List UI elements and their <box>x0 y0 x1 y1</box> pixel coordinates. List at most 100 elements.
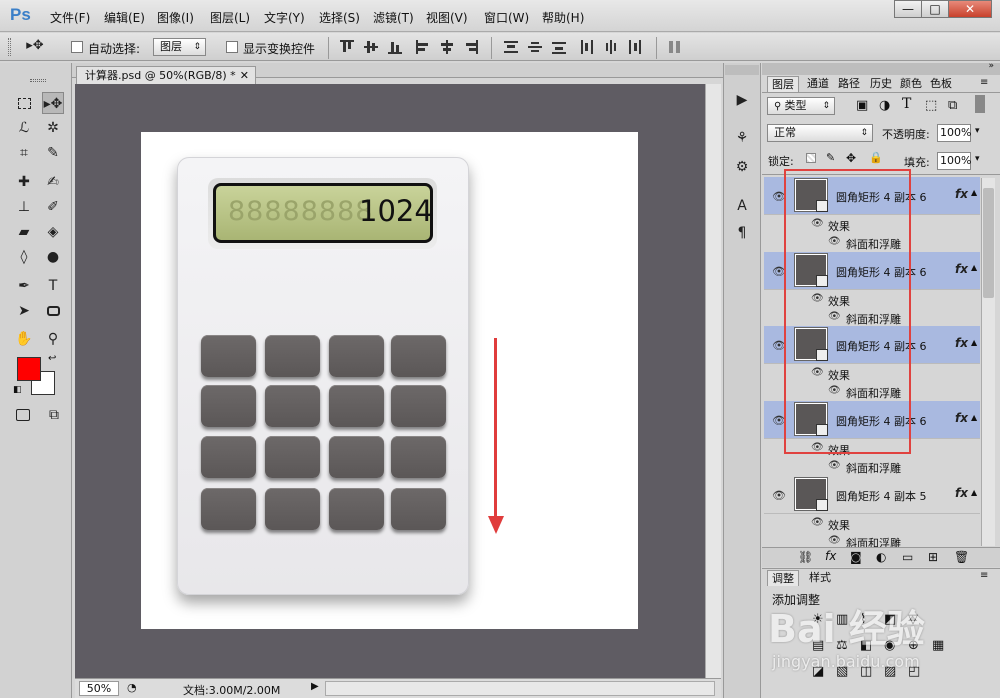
crop-tool-icon[interactable]: ⌗ <box>13 142 35 164</box>
expand-effects-icon[interactable]: ▲ <box>971 413 977 422</box>
menu-window[interactable]: 窗口(W) <box>484 9 529 26</box>
tab-history[interactable]: 历史 <box>866 76 896 92</box>
layer-fx-icon[interactable]: fx <box>955 187 968 201</box>
close-button[interactable]: ✕ <box>948 0 992 18</box>
new-group-icon[interactable]: ▭ <box>902 550 913 564</box>
lock-all-icon[interactable]: 🔒 <box>869 151 883 164</box>
filter-smart-object-icon[interactable]: ⧉ <box>948 98 957 113</box>
marquee-tool-icon[interactable] <box>13 92 35 114</box>
distribute-right-icon[interactable] <box>628 40 642 54</box>
menu-layer[interactable]: 图层(L) <box>210 9 250 26</box>
auto-align-icon[interactable] <box>668 40 682 54</box>
distribute-top-icon[interactable] <box>504 40 518 54</box>
align-hcenter-icon[interactable] <box>440 40 454 54</box>
align-left-icon[interactable] <box>416 40 430 54</box>
delete-layer-icon[interactable]: 🗑 <box>954 550 969 564</box>
visibility-eye-icon[interactable]: 👁 <box>828 535 841 546</box>
menu-help[interactable]: 帮助(H) <box>542 9 584 26</box>
new-adjustment-icon[interactable]: ◐ <box>876 550 886 564</box>
move-tool-icon[interactable]: ▸✥ <box>42 92 64 114</box>
tool-presets-icon[interactable]: ⚙ <box>732 157 752 177</box>
tab-paths[interactable]: 路径 <box>834 76 864 92</box>
tab-swatches[interactable]: 色板 <box>926 76 956 92</box>
screen-mode-icon[interactable]: ⧉ <box>43 404 65 426</box>
distribute-hcenter-icon[interactable] <box>604 40 618 54</box>
visibility-eye-icon[interactable]: 👁 <box>772 489 786 502</box>
hand-tool-icon[interactable]: ✋ <box>13 328 35 350</box>
link-layers-icon[interactable]: ⛓ <box>798 550 813 564</box>
character-panel-icon[interactable]: A <box>732 196 752 216</box>
layer-fx-icon[interactable]: fx <box>955 486 968 500</box>
expand-effects-icon[interactable]: ▲ <box>971 488 977 497</box>
brush-presets-icon[interactable]: ⚘ <box>732 128 752 148</box>
zoom-tool-icon[interactable]: ⚲ <box>42 328 64 350</box>
layer-fx-icon[interactable]: fx <box>955 336 968 350</box>
menu-file[interactable]: 文件(F) <box>50 9 90 26</box>
visibility-eye-icon[interactable]: 👁 <box>828 460 841 471</box>
menu-edit[interactable]: 编辑(E) <box>104 9 145 26</box>
tab-adjustments[interactable]: 调整 <box>767 570 799 586</box>
layer-effects-row[interactable]: 👁 效果 <box>764 513 980 532</box>
move-tool-preset-icon[interactable]: ▸✥ <box>22 35 48 57</box>
distribute-left-icon[interactable] <box>580 40 594 54</box>
zoom-level-field[interactable]: 50% <box>79 681 119 696</box>
dodge-tool-icon[interactable]: ● <box>42 246 64 268</box>
align-top-icon[interactable] <box>340 40 354 54</box>
layer-fx-icon[interactable]: fx <box>955 262 968 276</box>
expand-effects-icon[interactable]: ▲ <box>971 338 977 347</box>
history-brush-icon[interactable]: ✐ <box>42 196 64 218</box>
lock-pixels-icon[interactable]: ✎ <box>826 151 835 164</box>
distribute-vcenter-icon[interactable] <box>528 40 542 54</box>
healing-brush-icon[interactable]: ✚ <box>13 171 35 193</box>
pen-tool-icon[interactable]: ✒ <box>13 275 35 297</box>
tab-color[interactable]: 颜色 <box>896 76 926 92</box>
status-menu-arrow-icon[interactable]: ▶ <box>311 681 319 692</box>
filter-shape-icon[interactable]: ⬚ <box>925 98 937 113</box>
path-select-icon[interactable]: ➤ <box>13 300 35 322</box>
document-tab[interactable]: 计算器.psd @ 50%(RGB/8) * ✕ <box>76 66 256 84</box>
align-vcenter-icon[interactable] <box>364 40 378 54</box>
layer-filter-dropdown[interactable]: ⚲ 类型 ⇕ <box>767 97 835 115</box>
layer-effect-row[interactable]: 👁 斜面和浮雕 <box>764 457 980 476</box>
layer-fx-icon[interactable]: fx <box>955 411 968 425</box>
menu-type[interactable]: 文字(Y) <box>264 9 305 26</box>
collapse-panel-icon[interactable]: » <box>988 61 994 71</box>
minimize-button[interactable]: — <box>894 0 922 18</box>
expand-effects-icon[interactable]: ▲ <box>971 263 977 272</box>
auto-select-checkbox[interactable] <box>71 41 83 53</box>
align-right-icon[interactable] <box>464 40 478 54</box>
brush-tool-icon[interactable]: ✍ <box>42 171 64 193</box>
distribute-bottom-icon[interactable] <box>552 40 566 54</box>
panel-menu-icon[interactable]: ≡ <box>980 570 988 581</box>
align-bottom-icon[interactable] <box>388 40 402 54</box>
lock-position-icon[interactable]: ✥ <box>846 151 856 165</box>
paint-bucket-icon[interactable]: ◈ <box>42 221 64 243</box>
filter-adjustment-icon[interactable]: ◑ <box>879 98 890 113</box>
swap-colors-icon[interactable]: ↩ <box>48 353 56 364</box>
filter-type-icon[interactable]: T <box>902 96 911 112</box>
layer-row[interactable]: 👁 圆角矩形 4 副本 5 fx 👁 效果 👁 斜面和浮雕 <box>764 476 980 547</box>
close-tab-icon[interactable]: ✕ <box>240 67 249 84</box>
blur-tool-icon[interactable]: ◊ <box>13 246 35 268</box>
blend-mode-dropdown[interactable]: 正常 ⇕ <box>767 124 873 142</box>
menu-filter[interactable]: 滤镜(T) <box>373 9 414 26</box>
auto-select-dropdown[interactable]: 图层 ⇕ <box>153 38 206 56</box>
expand-effects-icon[interactable]: ▲ <box>971 188 977 197</box>
fill-input[interactable]: 100% <box>937 152 971 170</box>
layer-effect-row[interactable]: 👁 斜面和浮雕 <box>764 532 980 547</box>
menu-image[interactable]: 图像(I) <box>157 9 194 26</box>
layers-scroll-thumb[interactable] <box>983 188 994 298</box>
new-layer-icon[interactable]: ⊞ <box>928 550 938 564</box>
canvas-vertical-scrollbar[interactable] <box>705 84 721 678</box>
tab-channels[interactable]: 通道 <box>803 76 833 92</box>
fill-arrow-icon[interactable]: ▾ <box>975 154 980 164</box>
tab-styles[interactable]: 样式 <box>805 570 835 586</box>
menu-select[interactable]: 选择(S) <box>319 9 360 26</box>
status-info-icon[interactable]: ◔ <box>127 681 137 694</box>
shape-tool-icon[interactable] <box>42 300 64 322</box>
play-action-icon[interactable]: ▶ <box>732 90 752 110</box>
lasso-tool-icon[interactable]: ℒ <box>13 117 35 139</box>
show-transform-checkbox[interactable] <box>226 41 238 53</box>
opacity-arrow-icon[interactable]: ▾ <box>975 126 980 136</box>
paragraph-panel-icon[interactable]: ¶ <box>732 223 752 243</box>
